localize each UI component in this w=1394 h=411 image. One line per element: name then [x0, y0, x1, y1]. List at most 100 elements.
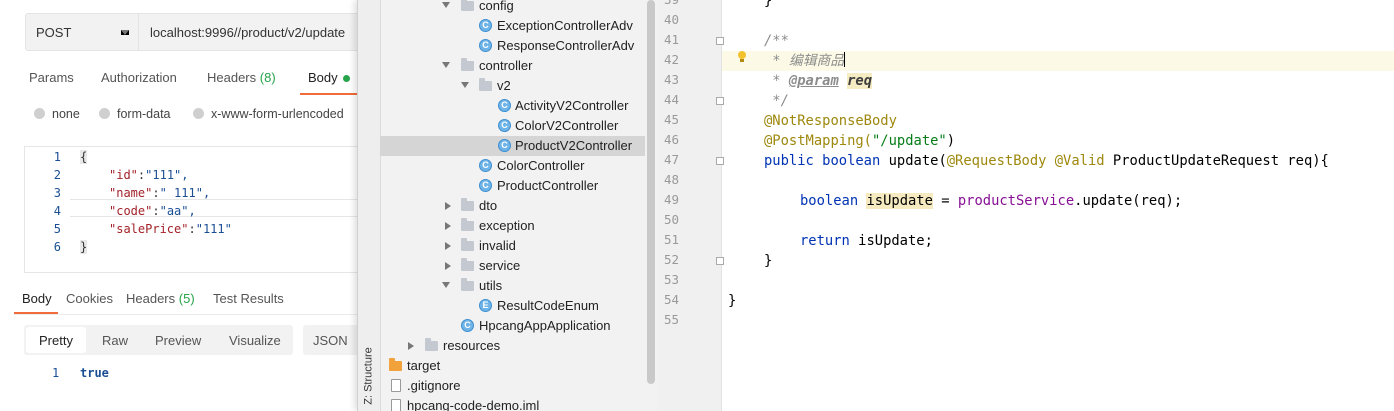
- tree-item-class-selected[interactable]: C ProductV2Controller: [380, 136, 647, 156]
- fold-marker-icon[interactable]: [716, 157, 724, 165]
- method-select[interactable]: POST: [25, 13, 139, 51]
- line-number: 42: [663, 52, 679, 67]
- project-tree-panel: Z: Structure config C ExceptionControlle…: [357, 0, 647, 411]
- tree-item-file[interactable]: .gitignore: [380, 376, 647, 396]
- structure-tab[interactable]: Z: Structure: [363, 347, 375, 404]
- code-editor[interactable]: 39 40 41 42 43 44 45 46 47 48 49 50 51 5…: [657, 0, 1394, 411]
- format-select[interactable]: JSON: [303, 325, 357, 355]
- folder-icon: [389, 358, 402, 371]
- lightbulb-icon[interactable]: [737, 51, 747, 63]
- folder-icon: [425, 338, 438, 351]
- view-pretty-button[interactable]: Pretty: [39, 333, 73, 348]
- line-number: 52: [663, 252, 679, 267]
- tree-scrollbar[interactable]: [647, 0, 655, 384]
- return-value: isUpdate;: [849, 233, 933, 249]
- keyword: return: [800, 233, 850, 249]
- tree-item-utils[interactable]: utils: [380, 276, 647, 296]
- json-key: "id": [109, 168, 138, 182]
- tree-item-class[interactable]: C ProductController: [380, 176, 647, 196]
- tab-test-results[interactable]: Test Results: [213, 291, 284, 306]
- brace-open: {: [80, 150, 88, 164]
- tree-item-label: resources: [443, 338, 501, 353]
- tree-item-enum[interactable]: E ResultCodeEnum: [380, 296, 647, 316]
- folder-icon: [461, 218, 474, 231]
- tab-params[interactable]: Params: [29, 70, 74, 85]
- tree-item-v2[interactable]: v2: [380, 76, 647, 96]
- class-icon: C: [498, 99, 511, 112]
- expand-arrow-icon: [461, 82, 469, 88]
- radio-form-data-label: form-data: [117, 107, 171, 121]
- code-line-43: * @param req: [764, 71, 872, 91]
- radio-form-data[interactable]: form-data: [99, 107, 171, 121]
- line-number: 40: [663, 12, 679, 27]
- tab-headers[interactable]: Headers (8): [207, 70, 276, 85]
- line-number: 5: [53, 222, 61, 236]
- expand-arrow-icon: [442, 282, 450, 288]
- code-line-47: public boolean update(@RequestBody @Vali…: [764, 151, 1329, 171]
- tree-item-config[interactable]: config: [380, 0, 647, 16]
- doc-comment-text: * 编辑商品: [764, 53, 845, 69]
- folder-icon: [461, 0, 474, 11]
- tree-item-class[interactable]: C ColorV2Controller: [380, 116, 647, 136]
- annotation: @RequestBody: [946, 153, 1047, 169]
- radio-x-www-form-urlencoded[interactable]: x-www-form-urlencoded: [193, 107, 344, 121]
- tree-item-label: exception: [479, 218, 535, 233]
- javadoc-tag: @param: [788, 73, 839, 89]
- fold-marker-icon[interactable]: [716, 257, 724, 265]
- radio-none[interactable]: none: [34, 107, 80, 121]
- tree-item-dto[interactable]: dto: [380, 196, 647, 216]
- tab-response-body[interactable]: Body: [22, 291, 52, 306]
- format-label: JSON: [313, 333, 348, 348]
- line-number: 48: [663, 172, 679, 187]
- folder-icon: [461, 258, 474, 271]
- line-number: 4: [53, 204, 61, 218]
- tree-item-file[interactable]: hpcang-code-demo.iml: [380, 396, 647, 411]
- view-preview-button[interactable]: Preview: [155, 333, 201, 348]
- fold-marker-icon[interactable]: [716, 37, 724, 45]
- radio-circle-icon: [99, 108, 110, 119]
- tree-item-class[interactable]: C ColorController: [380, 156, 647, 176]
- tree-item-resources[interactable]: resources: [380, 336, 647, 356]
- collapse-arrow-icon: [445, 222, 451, 230]
- line-number: 6: [53, 240, 61, 254]
- line-number: 54: [663, 292, 679, 307]
- tab-body[interactable]: Body: [308, 70, 350, 85]
- code-line: "id":"111",: [109, 168, 189, 182]
- string-literal: "/update": [871, 133, 947, 149]
- tree-item-class[interactable]: C ResponseControllerAdv: [380, 36, 647, 56]
- view-mode-group: Pretty Raw Preview Visualize: [24, 325, 293, 355]
- tree-item-class[interactable]: C ActivityV2Controller: [380, 96, 647, 116]
- code-line: "name":" 111",: [109, 186, 211, 200]
- tree-item-invalid[interactable]: invalid: [380, 236, 647, 256]
- divider: [14, 314, 357, 315]
- view-raw-button[interactable]: Raw: [102, 333, 128, 348]
- active-response-tab-underline: [14, 312, 58, 314]
- fold-marker-icon[interactable]: [716, 97, 724, 105]
- json-key: "name": [109, 186, 153, 200]
- collapse-arrow-icon: [445, 242, 451, 250]
- tree-item-target[interactable]: target: [380, 356, 647, 376]
- annotation: @Valid: [1054, 153, 1105, 169]
- code-line-46: @PostMapping("/update"): [764, 131, 955, 151]
- tree-item-controller[interactable]: controller: [380, 56, 647, 76]
- radio-urlencoded-label: x-www-form-urlencoded: [211, 107, 344, 121]
- app-class-icon: C: [461, 319, 474, 332]
- line-number: 1: [53, 150, 61, 164]
- class-icon: C: [479, 159, 492, 172]
- body-indicator-dot: [342, 75, 350, 83]
- tab-response-headers-label: Headers: [126, 291, 176, 306]
- tab-authorization[interactable]: Authorization: [101, 70, 177, 85]
- folder-icon: [479, 78, 492, 91]
- line-number: 49: [663, 192, 679, 207]
- tree-item-class[interactable]: C ExceptionControllerAdv: [380, 16, 647, 36]
- tree-item-service[interactable]: service: [380, 256, 647, 276]
- keyword: public boolean: [764, 153, 881, 169]
- request-body-editor[interactable]: 1 { 2 "id":"111", 3 "name":" 111", 4 "co…: [24, 146, 357, 273]
- tab-response-headers[interactable]: Headers (5): [126, 291, 195, 306]
- javadoc-param: req: [847, 73, 872, 89]
- tree-item-app-class[interactable]: C HpcangAppApplication: [380, 316, 647, 336]
- url-input[interactable]: localhost:9996//product/v2/update: [139, 13, 357, 51]
- tree-item-exception[interactable]: exception: [380, 216, 647, 236]
- tab-cookies[interactable]: Cookies: [66, 291, 113, 306]
- view-visualize-button[interactable]: Visualize: [229, 333, 281, 348]
